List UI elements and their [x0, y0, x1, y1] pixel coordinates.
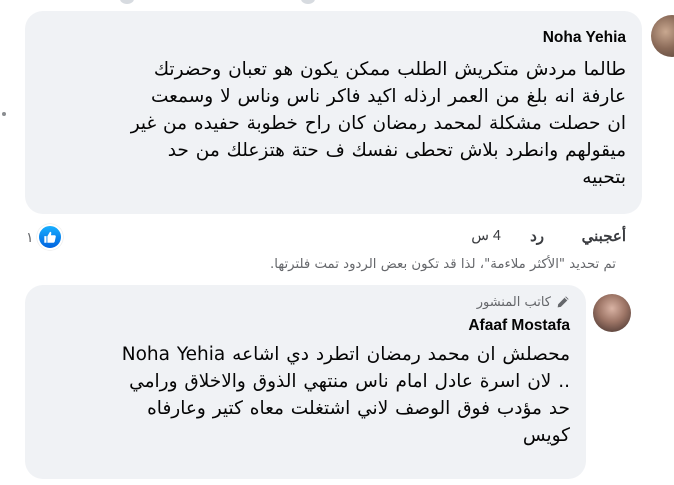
- top-cut-icon: [120, 0, 134, 4]
- reaction-count: ١: [26, 228, 34, 245]
- comment-text: طالما مردش متكريش الطلب ممكن يكون هو تعب…: [35, 56, 626, 191]
- filter-note: تم تحديد "الأكثر ملاءمة"، لذا قد تكون بع…: [270, 257, 616, 272]
- comment-actions: أعجبني رد 4 س ١: [26, 224, 626, 250]
- comment-timestamp[interactable]: 4 س: [471, 228, 501, 244]
- like-button[interactable]: أعجبني: [582, 227, 626, 245]
- avatar[interactable]: [651, 15, 674, 57]
- reaction-summary[interactable]: ١: [26, 224, 63, 250]
- avatar[interactable]: [593, 294, 631, 332]
- comment-line: ميقولهم وانطرد بلاش تحطى نفسك ف حتة هتزع…: [167, 140, 626, 161]
- comment-line: ان حصلت مشكلة لمحمد رمضان كان راح خطوبة …: [130, 113, 626, 134]
- reply-bubble: كاتب المنشور Afaaf Mostafa محصلش ان محمد…: [25, 285, 586, 479]
- reply-line: محصلش ان محمد رمضان اتطرد دي اشاعه Noha …: [121, 344, 570, 365]
- reply-line: كويس: [522, 425, 570, 446]
- top-cut-icon: [301, 0, 315, 4]
- author-badge: كاتب المنشور: [35, 293, 570, 311]
- comment-author[interactable]: Noha Yehia: [35, 27, 626, 49]
- comment-line: بتحبيه: [582, 167, 626, 188]
- reply-button[interactable]: رد: [530, 227, 544, 245]
- comment-line: عارفة انه بلغ من العمر ارذله اكيد فاكر ن…: [150, 86, 626, 107]
- like-thumb-icon: [36, 224, 63, 250]
- author-badge-label: كاتب المنشور: [476, 294, 551, 310]
- reply-author[interactable]: Afaaf Mostafa: [35, 315, 570, 337]
- pencil-icon: [556, 295, 570, 309]
- comment-bubble: Noha Yehia طالما مردش متكريش الطلب ممكن …: [25, 11, 642, 214]
- more-dot-icon[interactable]: [2, 112, 6, 116]
- reply-line: .. لان اسرة عادل امام ناس منتهي الذوق وا…: [129, 371, 570, 392]
- comment-line: طالما مردش متكريش الطلب ممكن يكون هو تعب…: [153, 59, 626, 80]
- reply-line: حد مؤدب فوق الوصف لاني اشتغلت معاه كتير …: [147, 398, 570, 419]
- reply-text: محصلش ان محمد رمضان اتطرد دي اشاعه Noha …: [35, 341, 570, 449]
